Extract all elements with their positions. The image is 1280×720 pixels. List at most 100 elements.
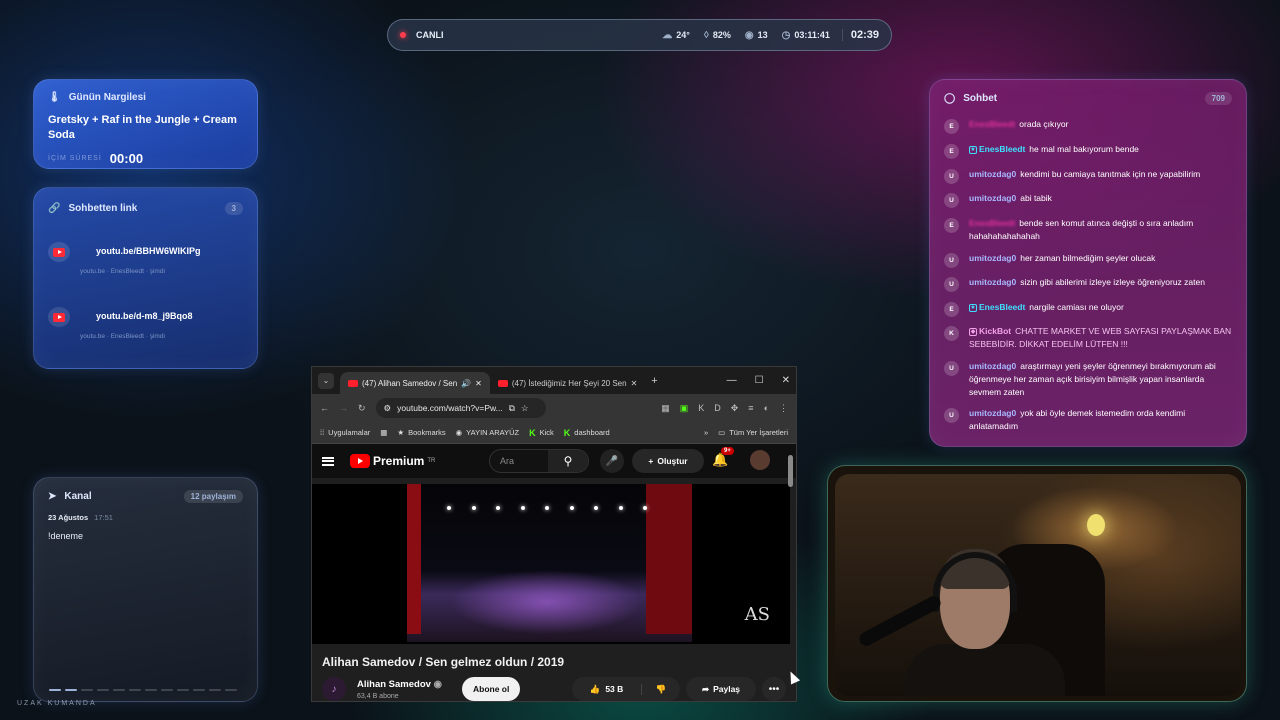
kick-extension-icon[interactable]: K [698, 403, 704, 413]
lamp-glow [1087, 514, 1105, 536]
tab-title: (47) İstediğimiz Her Şeyi 20 Sen [511, 378, 627, 388]
hamburger-menu-icon[interactable] [322, 456, 334, 466]
chat-message: K ◆ KickBot CHATTE MARKET VE WEB SAYFASI PA… [944, 325, 1234, 351]
smoke-time-value: 00:00 [109, 151, 144, 166]
notification-badge: 9+ [721, 447, 734, 455]
moderator-badge-icon: ★ [969, 145, 977, 154]
thumbs-down-icon: 👎 [655, 683, 667, 694]
post-message: !deneme [48, 531, 84, 541]
droplet-icon: ◊ [703, 29, 709, 41]
weather-icon: ☁ [662, 29, 673, 41]
nargile-of-the-day-panel: 🌡 Günün Nargilesi Gretsky + Raf in the Ju… [33, 79, 258, 169]
humidity-value: 82% [712, 30, 731, 40]
bookmark-kick[interactable]: K Kick [529, 428, 554, 438]
create-button[interactable]: + Oluştur [632, 449, 704, 473]
bookmark-apps[interactable]: ⁞⁞ Uygulamalar [320, 428, 370, 437]
youtube-brand: Premium [373, 454, 425, 468]
bookmark-label: Kick [539, 428, 554, 437]
scrollbar-thumb[interactable] [788, 455, 793, 487]
channel-name-text: Alihan Samedov [357, 679, 431, 690]
reload-icon[interactable]: ↻ [358, 403, 366, 414]
subscribe-button[interactable]: Abone ol [462, 677, 521, 701]
media-icon[interactable]: ≡ [748, 403, 753, 413]
forward-icon[interactable]: → [339, 403, 348, 413]
thermometer-icon: 🌡 [48, 92, 61, 103]
grid-icon[interactable]: ▦ [380, 428, 387, 437]
dislike-button[interactable]: 👎 [642, 684, 680, 695]
link-meta: youtu.be · EnesBleedt · şimdi [80, 333, 165, 340]
close-icon[interactable]: ✕ [631, 379, 638, 388]
chat-username: umitozdag0 [969, 169, 1017, 179]
bookmark-stream-ui[interactable]: ◉ YAYIN ARAYÜZ [456, 428, 519, 437]
webcam-feed [827, 465, 1247, 702]
channel-name[interactable]: Alihan Samedov ◉ [357, 679, 442, 690]
maximize-button[interactable]: ☐ [755, 375, 764, 386]
user-avatar: U [944, 361, 959, 376]
chat-username: EnesBleedt [979, 144, 1026, 154]
extension-icon[interactable]: ▣ [680, 403, 689, 414]
tab-strip: ⌄ (47) Alihan Samedov / Sen 🔊 ✕ (47) İst… [312, 367, 796, 394]
scrollbar[interactable] [788, 449, 794, 701]
tab-second[interactable]: (47) İstediğimiz Her Şeyi 20 Sen ✕ [490, 372, 645, 394]
chat-username: EnesBleedt [969, 119, 1016, 129]
close-icon[interactable]: ✕ [475, 379, 482, 388]
account-avatar[interactable] [750, 450, 770, 470]
bookmark-all[interactable]: ▭ Tüm Yer İşaretleri [718, 428, 788, 437]
search-icon[interactable]: ⚲ [548, 450, 588, 472]
notifications-bell-icon[interactable]: 🔔 9+ [712, 447, 734, 468]
tab-video[interactable]: (47) Alihan Samedov / Sen 🔊 ✕ [340, 372, 490, 394]
bookmark-star-icon[interactable]: ☆ [521, 403, 529, 414]
url-text[interactable]: youtube.com/watch?v=Pw... [397, 403, 503, 413]
clock-icon: ◷ [781, 29, 791, 41]
profile-icon[interactable]: ◐ [764, 403, 769, 413]
chat-text: nargile camiası ne oluyor [1029, 302, 1124, 312]
search-input[interactable]: Ara ⚲ [489, 449, 589, 473]
site-info-icon[interactable]: ⚙ [384, 403, 392, 414]
address-bar-row: ← → ↻ ⚙ youtube.com/watch?v=Pw... ⧉ ☆ ▦ … [312, 394, 796, 422]
minimize-button[interactable]: — [727, 375, 737, 386]
back-icon[interactable]: ← [320, 403, 329, 413]
extension-icon[interactable]: D [714, 403, 721, 413]
chat-message: E EnesBleedt bende sen komut atınca değişt… [944, 217, 1234, 243]
chat-username: umitozdag0 [969, 408, 1017, 418]
panel-title: Sohbetten link [68, 203, 138, 214]
bot-badge-icon: ◆ [969, 327, 977, 336]
video-player[interactable]: AS [312, 484, 790, 644]
menu-icon[interactable]: ⋮ [779, 403, 788, 414]
microphone-icon[interactable]: 🎤 [600, 449, 624, 473]
close-window-button[interactable]: ✕ [782, 375, 790, 386]
bookmark-label: YAYIN ARAYÜZ [466, 428, 520, 437]
install-icon[interactable]: ⧉ [509, 403, 515, 414]
chat-message: E ★ EnesBleedt he mal mal bakıyorum bende [944, 143, 1234, 159]
url-field[interactable]: ⚙ youtube.com/watch?v=Pw... ⧉ ☆ [375, 398, 546, 418]
user-avatar: E [944, 218, 959, 233]
live-label: CANLI [416, 30, 444, 40]
bookmark-label: Bookmarks [408, 428, 446, 437]
youtube-icon [348, 379, 358, 387]
bookmark-folder[interactable]: ★ Bookmarks [397, 428, 445, 437]
more-actions-icon[interactable]: ••• [762, 677, 786, 701]
link-url[interactable]: youtu.be/d-m8_j9Bqo8 [96, 311, 193, 321]
youtube-logo[interactable]: Premium TR [350, 454, 435, 468]
user-avatar: E [944, 302, 959, 317]
remote-control-label: UZAK KUMANDA [17, 700, 97, 707]
like-count: 53 B [605, 683, 624, 694]
video-title: Alihan Samedov / Sen gelmez oldun / 2019 [322, 655, 565, 669]
channel-avatar[interactable]: ♪ [322, 677, 346, 701]
puzzle-icon[interactable]: ✥ [731, 403, 739, 414]
share-button[interactable]: ➦ Paylaş [686, 677, 756, 701]
chat-links-panel: 🔗 Sohbetten link 3 youtu.be/BBHW6WlKIPg y… [33, 187, 258, 369]
chat-bubble-icon: ◯ [944, 93, 956, 104]
tab-search-button[interactable]: ⌄ [318, 372, 334, 389]
uptime-value: 03:11:41 [794, 30, 830, 40]
chat-username: umitozdag0 [969, 193, 1017, 203]
chat-username: umitozdag0 [969, 277, 1017, 287]
more-bookmarks-icon[interactable]: » [704, 428, 708, 437]
like-button[interactable]: 👍 53 B [572, 683, 642, 695]
extension-icon[interactable]: ▦ [661, 403, 670, 414]
bookmark-label: dashboard [574, 428, 610, 437]
new-tab-button[interactable]: + [651, 375, 657, 387]
bookmark-dashboard[interactable]: Kdashboard [564, 428, 610, 438]
link-url[interactable]: youtu.be/BBHW6WlKIPg [96, 246, 201, 256]
uptime-stat: ◷ 03:11:41 [782, 30, 830, 41]
